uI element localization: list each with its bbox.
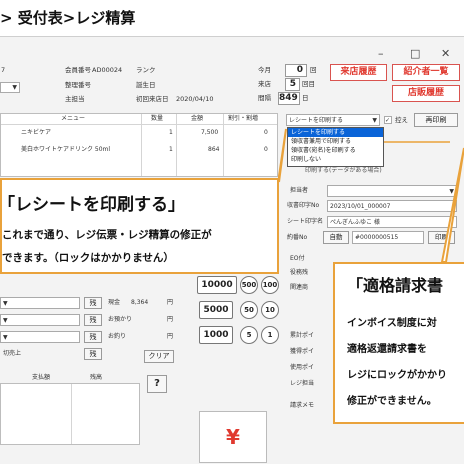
callout1-title: 「レシートを印刷する」 [0,195,185,215]
callout-qualified-invoice: 「適格請求書 インボイス制度に対 適格返還請求書を レジにロックがかかり 修正が… [333,262,464,424]
callout2-line3: レジにロックがかかり [347,370,447,381]
callout2-line2: 適格返還請求書を [347,344,427,355]
callout1-pointer [278,128,287,183]
callout2-title: 「適格請求書 [347,276,444,295]
callout2-line4: 修正ができません。 [347,396,437,407]
callout1-line1: これまで通り、レジ伝票・レジ精算の修正が [2,229,212,241]
callout2-line1: インボイス制度に対 [347,318,437,329]
callout1-line2: できます。（ロックはかかりません） [2,252,174,264]
callout2-pointer [440,147,464,263]
callout-print-receipt: 「レシートを印刷する」 これまで通り、レジ伝票・レジ精算の修正が できます。（ロ… [0,178,279,274]
